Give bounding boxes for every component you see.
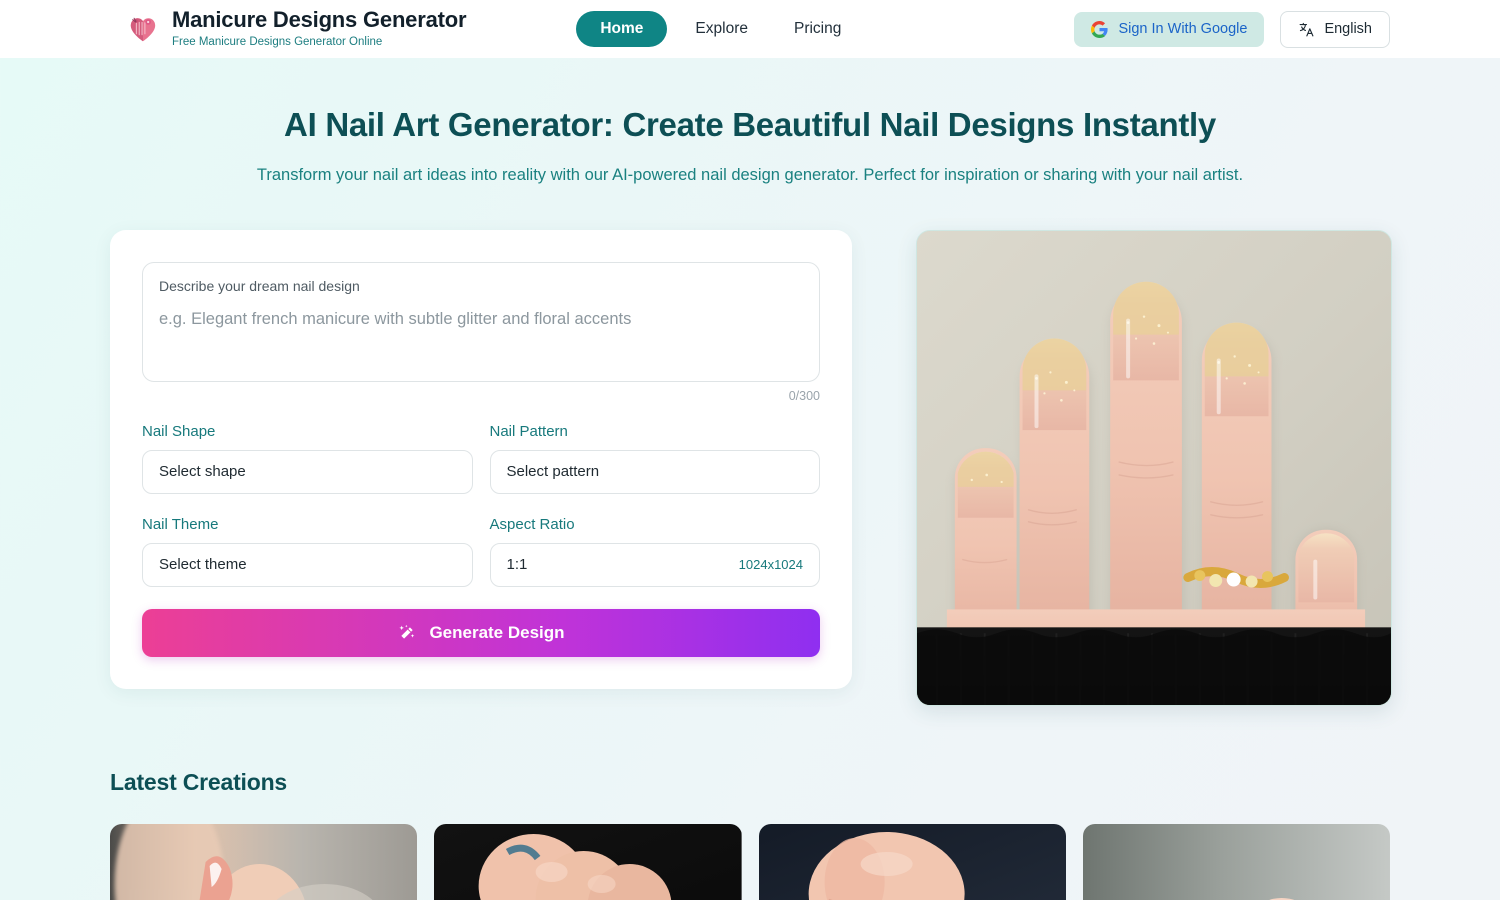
generate-design-button[interactable]: Generate Design <box>142 608 820 657</box>
nav-item-home[interactable]: Home <box>576 11 668 47</box>
creation-thumbnail-2-image <box>434 823 742 900</box>
hero-section: AI Nail Art Generator: Create Beautiful … <box>0 58 1500 187</box>
option-fields: Nail Shape Select shape Nail Pattern Sel… <box>142 423 820 587</box>
creation-thumbnail-3[interactable] <box>758 823 1066 900</box>
nail-theme-select[interactable]: Select theme <box>142 542 473 587</box>
sign-in-with-google-label: Sign In With Google <box>1118 21 1248 37</box>
nail-pattern-value: Select pattern <box>506 463 600 481</box>
nail-theme-value: Select theme <box>159 556 247 574</box>
nav-item-pricing[interactable]: Pricing <box>776 11 859 47</box>
translate-icon <box>1299 22 1314 36</box>
latest-creations-section: Latest Creations <box>0 769 1500 900</box>
google-icon <box>1091 20 1109 38</box>
site-header: Manicure Designs Generator Free Manicure… <box>0 0 1500 58</box>
brand-text: Manicure Designs Generator Free Manicure… <box>172 7 467 49</box>
creation-thumbnail-3-image <box>758 823 1066 900</box>
nail-shape-select[interactable]: Select shape <box>142 449 473 494</box>
brand-title: Manicure Designs Generator <box>172 7 467 33</box>
brand-subtitle: Free Manicure Designs Generator Online <box>172 35 383 48</box>
page-subtitle: Transform your nail art ideas into reali… <box>256 165 1244 184</box>
preview-illustration <box>917 230 1391 705</box>
nail-shape-value: Select shape <box>159 463 246 481</box>
prompt-label: Describe your dream nail design <box>159 277 360 294</box>
creation-thumbnail-1[interactable] <box>110 823 418 900</box>
language-selector-button[interactable]: English <box>1280 10 1390 48</box>
generator-card: Describe your dream nail design e.g. Ele… <box>110 229 852 689</box>
field-nail-theme: Nail Theme Select theme <box>142 494 473 587</box>
brand[interactable]: Manicure Designs Generator Free Manicure… <box>128 7 467 49</box>
language-selector-label: English <box>1324 21 1372 37</box>
creation-thumbnail-1-image <box>110 823 418 900</box>
latest-creations-title: Latest Creations <box>110 768 288 795</box>
creation-thumbnail-2[interactable] <box>434 823 742 900</box>
aspect-ratio-label: Aspect Ratio <box>489 515 575 533</box>
aspect-ratio-resolution: 1024x1024 <box>738 557 803 573</box>
aspect-ratio-value: 1:1 <box>506 556 528 574</box>
nail-pattern-label: Nail Pattern <box>489 422 568 440</box>
preview-image[interactable] <box>916 229 1392 706</box>
nav-item-explore[interactable]: Explore <box>677 11 766 47</box>
field-nail-shape: Nail Shape Select shape <box>142 423 473 494</box>
generate-design-label: Generate Design <box>429 622 565 642</box>
prompt-input[interactable]: Describe your dream nail design e.g. Ele… <box>142 261 820 382</box>
sign-in-with-google-button[interactable]: Sign In With Google <box>1074 11 1265 47</box>
field-nail-pattern: Nail Pattern Select pattern <box>489 422 820 494</box>
aspect-ratio-select[interactable]: 1:1 1024x1024 <box>489 542 820 587</box>
prompt-placeholder: e.g. Elegant french manicure with subtle… <box>159 309 632 328</box>
magic-wand-icon <box>399 624 415 639</box>
field-aspect-ratio: Aspect Ratio 1:1 1024x1024 <box>489 494 820 587</box>
latest-creations-grid <box>110 823 1390 900</box>
prompt-character-counter: 0/300 <box>788 388 820 403</box>
heart-manicure-logo-icon <box>130 17 156 42</box>
page-title: AI Nail Art Generator: Create Beautiful … <box>284 106 1216 143</box>
header-actions: Sign In With Google English <box>1074 10 1390 48</box>
main-navigation: Home Explore Pricing <box>576 11 859 47</box>
nail-shape-label: Nail Shape <box>142 422 216 440</box>
nail-pattern-select[interactable]: Select pattern <box>489 449 820 494</box>
creation-thumbnail-4[interactable] <box>1082 823 1390 900</box>
nail-theme-label: Nail Theme <box>142 515 219 533</box>
creation-thumbnail-4-image <box>1082 823 1390 900</box>
main-content: Describe your dream nail design e.g. Ele… <box>0 229 1500 706</box>
